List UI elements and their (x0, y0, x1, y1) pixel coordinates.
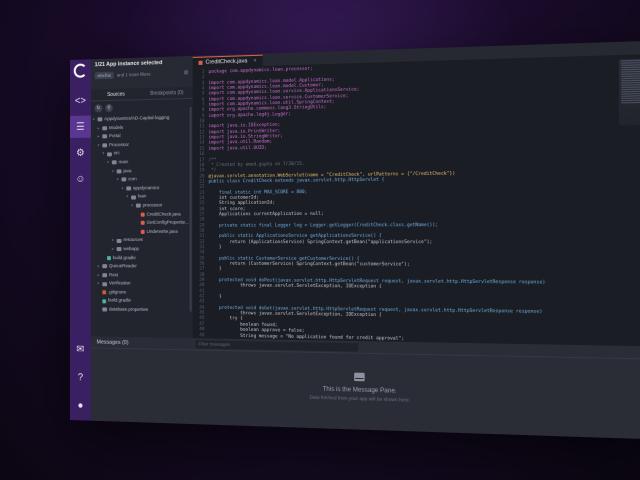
chat-icon[interactable]: ✉ (70, 338, 91, 360)
tree-node-label: java (123, 167, 132, 173)
file-icon (140, 221, 145, 226)
tree-node-label: Verification (108, 280, 131, 286)
refresh-icon[interactable]: ↻ (94, 104, 103, 113)
envelope-icon (354, 372, 365, 382)
sources-sidebar: 1/21 App instance selected env.fox and 1… (90, 55, 193, 339)
gear-icon[interactable]: ⚙ (70, 142, 91, 164)
filter-more[interactable]: and 1 more filters (117, 72, 151, 78)
tab-sources[interactable]: Sources (91, 91, 141, 98)
folder-icon (116, 169, 122, 174)
sidebar-scrollbar[interactable] (189, 107, 192, 312)
code-toggle-icon[interactable]: <> (70, 89, 91, 112)
folder-icon (102, 134, 108, 139)
code-text: } (208, 267, 222, 273)
tree-node-label: build.gradle (112, 254, 136, 260)
icon-rail: <> ☰ ⚙ ☺ ✉ ? ● (70, 59, 91, 421)
folder-icon (102, 281, 108, 286)
folder-icon (102, 273, 108, 278)
file-tree: ▾ Appdynamics/AD-Capital-logging ▸ Models ▸ P… (91, 113, 193, 315)
file-icon (107, 255, 111, 260)
tree-node-label: resources (123, 237, 143, 243)
instance-selection-title[interactable]: 1/21 App instance selected (95, 59, 189, 68)
logo-icon (73, 63, 88, 78)
team-icon[interactable]: ☺ (70, 168, 91, 190)
close-icon[interactable]: × (253, 58, 256, 64)
app-window: <> ☰ ⚙ ☺ ✉ ? ● 1/21 App instance selecte… (70, 40, 640, 440)
folder-icon (97, 117, 103, 122)
tree-node-label: com (128, 176, 137, 182)
tree-node-label: Models (108, 124, 124, 130)
folder-icon (131, 195, 136, 200)
folder-icon (135, 203, 141, 208)
tree-node-label: GetConfigPropertie... (146, 219, 189, 225)
folder-icon (116, 238, 122, 243)
folder-icon (102, 126, 108, 131)
tab-breakpoints[interactable]: Breakpoints (0) (141, 89, 192, 96)
help-icon[interactable]: ? (70, 366, 91, 389)
tree-node[interactable]: ▸ webapp (93, 245, 191, 254)
editor-tab-label: CreditCheck.java (205, 58, 248, 66)
tree-node-label: processor (142, 202, 163, 208)
code-text: Applications currentApplication = null; (208, 211, 324, 218)
file-icon (102, 307, 108, 312)
file-icon (102, 299, 107, 304)
tree-node-label: .gitignore (108, 289, 127, 295)
list-icon[interactable]: ☰ (70, 115, 91, 138)
folder-icon (121, 177, 127, 182)
code-text: private static final Logger log = Logger… (208, 222, 439, 229)
file-icon (102, 290, 107, 295)
tree-node-label: src (113, 150, 120, 156)
tree-node-label: main (118, 159, 129, 165)
file-icon (140, 229, 145, 234)
sidebar-header: 1/21 App instance selected env.fox and 1… (90, 55, 193, 90)
filter-chip[interactable]: env.fox (94, 71, 114, 80)
code-text: import java.util.UUID; (208, 145, 267, 152)
settings-icon[interactable]: ⚙ (183, 69, 188, 76)
folder-icon (111, 160, 117, 165)
tree-node-label: webapp (123, 245, 139, 252)
tree-node-label: Portal (108, 133, 121, 139)
stage: <> ☰ ⚙ ☺ ✉ ? ● 1/21 App instance selecte… (0, 0, 640, 480)
user-icon[interactable]: ● (70, 394, 91, 417)
code-text: } (208, 294, 222, 300)
file-icon (140, 212, 145, 217)
tree-node-label: QueueReader (108, 263, 137, 269)
tree-node[interactable]: database.properties (93, 305, 191, 315)
tree-node-label: loan (137, 193, 147, 199)
messages-pane: Messages (0) Filter messages This is the… (90, 336, 640, 440)
filter-row: env.fox and 1 more filters ⚙ (94, 69, 189, 80)
editor-tab[interactable]: CreditCheck.java × (192, 54, 263, 69)
folder-icon (126, 186, 132, 191)
tree-node-label: CreditCheck.java (146, 210, 181, 217)
code-editor: CreditCheck.java × 1 package com.appdynam… (192, 40, 640, 347)
tree-node-label: appdynamics (133, 184, 160, 191)
code-area[interactable]: 1 package com.appdynamics.loan.processor;… (193, 58, 610, 346)
java-file-icon (198, 60, 203, 65)
tree-node[interactable]: CreditCheck.java (93, 210, 191, 219)
tree-node-label: Appdynamics/AD-Capital-logging (104, 114, 170, 122)
folder-icon (107, 151, 112, 157)
tree-node-label: Underwrite.java (146, 228, 178, 234)
tree-node-label: Processor (108, 141, 129, 148)
search-icon[interactable]: ⚲ (105, 103, 113, 113)
messages-title[interactable]: Messages (0) (97, 339, 129, 346)
folder-icon (116, 247, 122, 252)
tree-node-label: Rest (108, 271, 119, 278)
folder-icon (102, 143, 108, 148)
folder-icon (102, 264, 108, 269)
tree-node[interactable]: build.gradle (93, 254, 191, 263)
code-text: } (208, 245, 222, 251)
tree-node[interactable]: ▸ resources (93, 236, 191, 245)
tree-node-label: build.gradle (108, 297, 131, 304)
code-text: return (CustomerService) SpringContext.g… (208, 261, 410, 268)
tree-node[interactable]: Underwrite.java (93, 227, 191, 236)
code-text: return (ApplicationsService) SpringConte… (208, 239, 433, 245)
messages-empty-state: This is the Message Pane. Data fetched f… (91, 366, 640, 409)
tree-node-label: database.properties (108, 306, 149, 313)
minimap[interactable] (618, 58, 640, 126)
tree-node[interactable]: GetConfigPropertie... (93, 219, 191, 228)
